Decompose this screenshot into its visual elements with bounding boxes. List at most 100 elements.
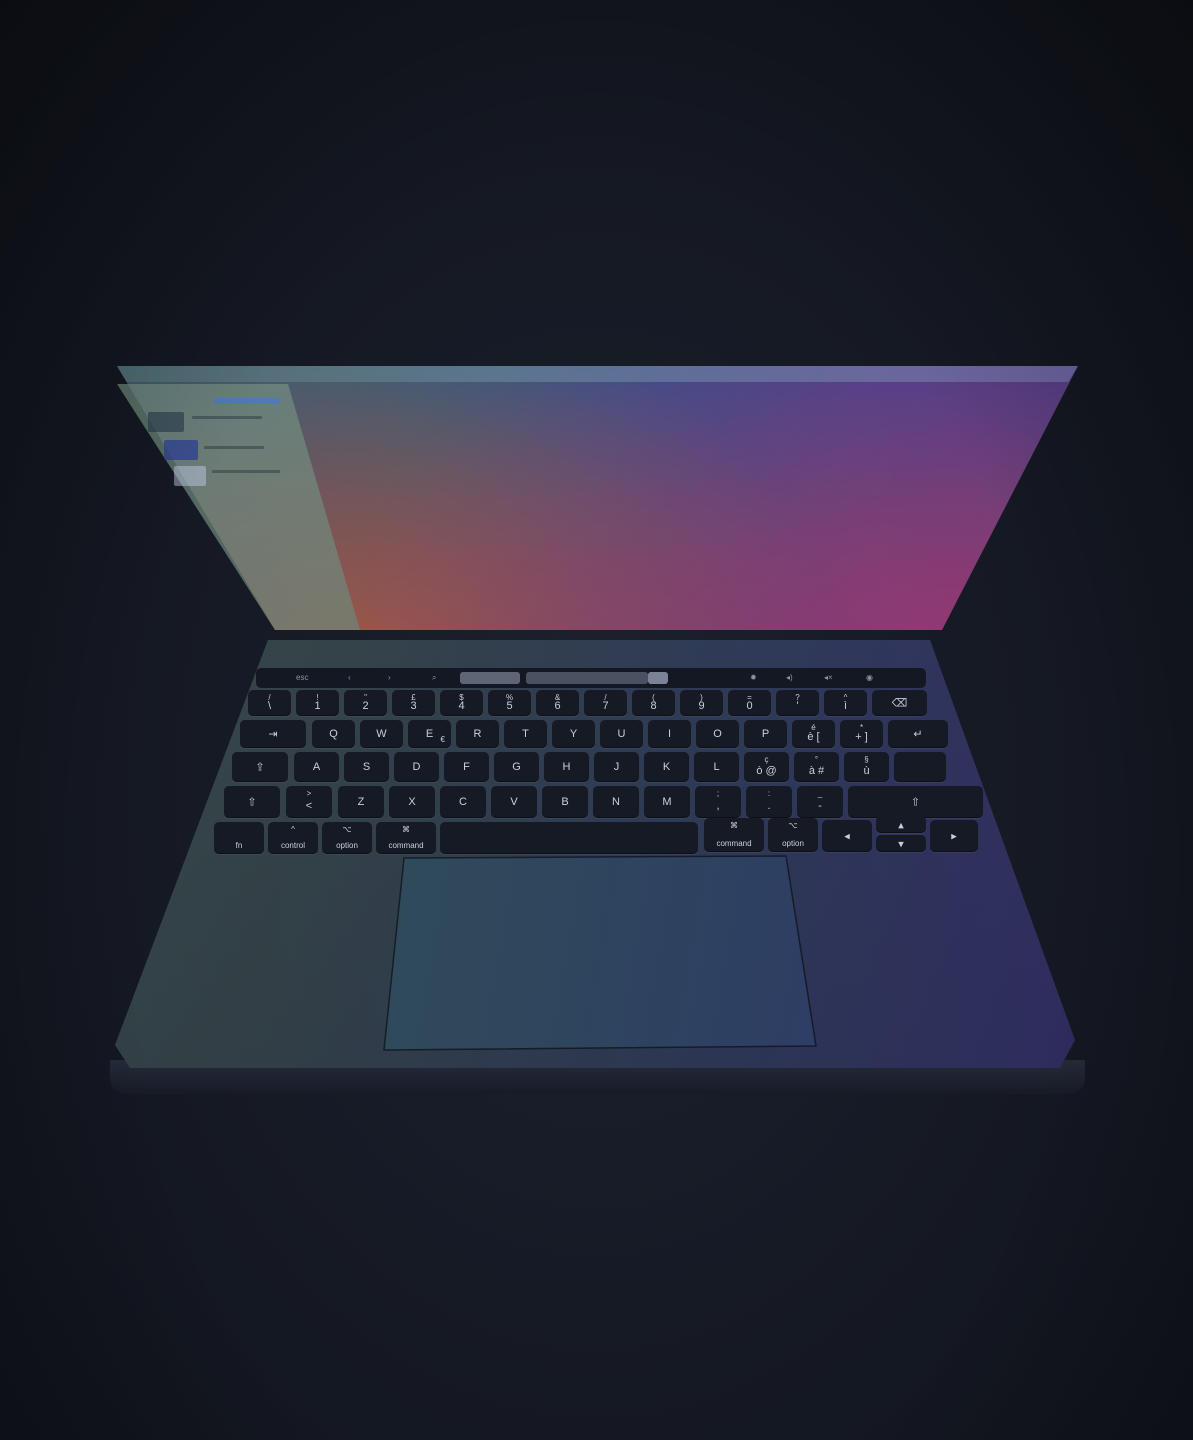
key-label: ' — [796, 700, 799, 713]
tab-key[interactable]: ⇥ — [240, 720, 306, 748]
chevron-right-icon: › — [388, 673, 391, 682]
key-label: 0 — [746, 700, 753, 713]
key-letter[interactable]: B — [542, 786, 588, 818]
key-label: option — [782, 839, 804, 848]
control-key[interactable]: ^ control — [268, 822, 318, 854]
key-symbol[interactable]: :. — [746, 786, 792, 818]
return-key-lower[interactable] — [894, 752, 946, 782]
key-label: ▸ — [951, 830, 957, 843]
key-letter[interactable]: D — [394, 752, 439, 782]
key-letter[interactable]: R — [456, 720, 499, 748]
key-letter[interactable]: L — [694, 752, 739, 782]
key-number-row[interactable]: /7 — [584, 690, 627, 716]
shift-left-key[interactable]: ⇧ — [224, 786, 280, 818]
sidebar-tab-active — [214, 398, 280, 404]
key-label: J — [613, 761, 620, 773]
key-letter[interactable]: K — [644, 752, 689, 782]
key-label: C — [459, 796, 467, 808]
option-key[interactable]: ⌥ option — [322, 822, 372, 854]
option-key-right[interactable]: ⌥ option — [768, 818, 818, 852]
key-number-row[interactable]: ! 1 — [296, 690, 339, 716]
key-letter[interactable]: G — [494, 752, 539, 782]
key-label: H — [562, 761, 571, 773]
key-number-row[interactable]: % 5 — [488, 690, 531, 716]
key-symbol[interactable]: ;, — [695, 786, 741, 818]
key-number-row[interactable]: ) 9 — [680, 690, 723, 716]
key-letter[interactable]: T — [504, 720, 547, 748]
key-letter[interactable]: N — [593, 786, 639, 818]
key-label: ⇧ — [910, 796, 921, 809]
delete-key[interactable]: ⌫ — [872, 690, 927, 716]
key-letter[interactable]: Y — [552, 720, 595, 748]
arrow-up-key[interactable]: ▴ — [876, 816, 926, 833]
key-label: 6 — [554, 700, 561, 713]
shift-right-key[interactable]: ⇧ — [848, 786, 983, 818]
key-symbol[interactable]: > < — [286, 786, 332, 818]
key-letter[interactable]: I — [648, 720, 691, 748]
key-label: 1 — [314, 700, 321, 713]
key-secondary-label: > — [306, 789, 312, 798]
key-label: O — [713, 728, 722, 740]
key-number-row[interactable]: $4 — [440, 690, 483, 716]
command-key-right[interactable]: ⌘ command — [704, 818, 764, 852]
key-letter[interactable]: S — [344, 752, 389, 782]
chevron-left-icon: ‹ — [348, 673, 351, 682]
key-letter[interactable]: M — [644, 786, 690, 818]
key-number-row[interactable]: & 6 — [536, 690, 579, 716]
key-label: command — [716, 839, 752, 848]
key-number-row[interactable]: = 0 — [728, 690, 771, 716]
return-key[interactable]: ↵ — [888, 720, 948, 748]
key-symbol[interactable]: * + ] — [840, 720, 883, 748]
key-letter[interactable]: V — [491, 786, 537, 818]
key-label: < — [305, 799, 313, 812]
fn-key[interactable]: fn — [214, 822, 264, 854]
touch-bar-slider-handle[interactable] — [648, 672, 668, 684]
key-letter[interactable]: J — [594, 752, 639, 782]
key-letter[interactable]: X — [389, 786, 435, 818]
key-symbol[interactable]: éè [ — [792, 720, 835, 748]
key-label: A — [312, 761, 321, 773]
arrow-left-key[interactable]: ◂ — [822, 820, 872, 852]
key-label: Q — [329, 728, 338, 740]
key-number-row[interactable]: ^ ì — [824, 690, 867, 716]
key-number-row[interactable]: " 2 — [344, 690, 387, 716]
key-symbol[interactable]: _ - — [797, 786, 843, 818]
key-label: V — [510, 796, 518, 808]
key-symbol[interactable]: ° à # — [794, 752, 839, 782]
key-symbol[interactable]: çò @ — [744, 752, 789, 782]
key-secondary-label: ç — [764, 755, 769, 764]
key-letter[interactable]: A — [294, 752, 339, 782]
key-label: T — [522, 728, 529, 740]
key-secondary-label: ⌥ — [788, 821, 798, 830]
arrow-down-key[interactable]: ▾ — [876, 835, 926, 852]
key-letter[interactable]: C — [440, 786, 486, 818]
key-letter[interactable]: W — [360, 720, 403, 748]
key-letter[interactable]: U — [600, 720, 643, 748]
key-letter[interactable]: Q — [312, 720, 355, 748]
browser-toolbar — [117, 366, 1078, 382]
key-letter[interactable]: Z — [338, 786, 384, 818]
key-number-row[interactable]: £3 — [392, 690, 435, 716]
sidebar-text-line — [212, 470, 280, 473]
key-label: W — [376, 728, 387, 740]
key-label: ò @ — [756, 764, 777, 777]
key-number-row[interactable]: ? ' — [776, 690, 819, 716]
key-letter[interactable]: H — [544, 752, 589, 782]
caps-lock-key[interactable]: ⇪ — [232, 752, 288, 782]
arrow-right-key[interactable]: ▸ — [930, 820, 978, 852]
key-letter[interactable]: F — [444, 752, 489, 782]
key-letter[interactable]: E € — [408, 720, 451, 748]
command-key-left[interactable]: ⌘ command — [376, 822, 436, 854]
space-bar[interactable] — [440, 822, 698, 854]
touch-bar-slider[interactable] — [460, 672, 520, 684]
key-letter[interactable]: O — [696, 720, 739, 748]
key-label: 3 — [410, 700, 417, 713]
key-number-row[interactable]: (8 — [632, 690, 675, 716]
key-number-row[interactable]: / \ — [248, 690, 291, 716]
key-label: M — [662, 796, 672, 808]
key-label: B — [561, 796, 569, 808]
key-label: ▾ — [898, 838, 904, 850]
key-symbol[interactable]: § ù — [844, 752, 889, 782]
touch-bar-slider[interactable] — [526, 672, 648, 684]
key-letter[interactable]: P — [744, 720, 787, 748]
